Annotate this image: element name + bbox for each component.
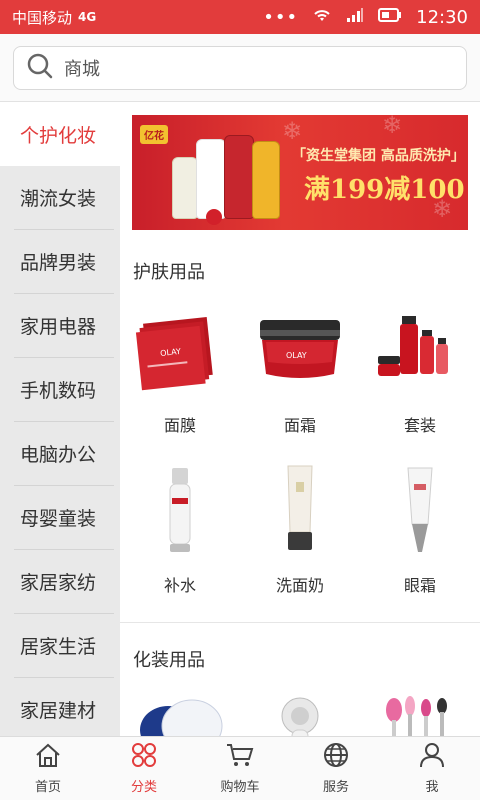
sidebar-item-mother-baby[interactable]: 母婴童装 bbox=[14, 486, 114, 550]
promo-banner[interactable]: ❄ ❄ ❄ 亿花 「资生堂集团 高品质洗护」 满199减100 bbox=[132, 115, 468, 230]
category-tile-eye-cream[interactable]: 眼霜 bbox=[360, 462, 480, 596]
sidebar-item-mens-brands[interactable]: 品牌男装 bbox=[14, 230, 114, 294]
home-icon bbox=[34, 742, 62, 772]
tab-category[interactable]: 分类 bbox=[96, 737, 192, 800]
category-label: 补水 bbox=[163, 576, 196, 595]
skincare-set-icon bbox=[372, 302, 468, 398]
more-dots-icon: ••• bbox=[263, 6, 299, 28]
hydrating-lotion-icon bbox=[132, 462, 228, 558]
category-sidebar: 个护化妆 潮流女装 品牌男装 家用电器 手机数码 电脑办公 母婴童装 家居家纺 … bbox=[0, 102, 120, 736]
category-label: 洗面奶 bbox=[275, 576, 324, 595]
section-title-skincare: 护肤用品 bbox=[133, 262, 205, 283]
face-cream-icon: OLAY bbox=[252, 302, 348, 398]
category-tile-puff[interactable] bbox=[120, 690, 240, 736]
tab-label: 分类 bbox=[130, 780, 157, 795]
category-tile-cleansing-brush[interactable] bbox=[240, 690, 360, 736]
makeup-brushes-icon bbox=[372, 690, 468, 736]
battery-icon bbox=[378, 8, 402, 26]
category-label: 面霜 bbox=[283, 416, 316, 435]
search-input[interactable]: 商城 bbox=[13, 46, 467, 90]
tab-me[interactable]: 我 bbox=[384, 737, 480, 800]
sidebar-item-home-living[interactable]: 居家生活 bbox=[14, 614, 114, 678]
category-tile-makeup-brushes[interactable] bbox=[360, 690, 480, 736]
sidebar-item-computer-office[interactable]: 电脑办公 bbox=[14, 422, 114, 486]
category-content: ❄ ❄ ❄ 亿花 「资生堂集团 高品质洗护」 满199减100 护肤用品 OLA… bbox=[120, 102, 480, 736]
carrier-name: 中国移动 bbox=[12, 8, 73, 27]
shampoo-bottles-image bbox=[150, 129, 290, 225]
snowflake-icon: ❄ bbox=[382, 115, 403, 139]
category-tile-skincare-set[interactable]: 套装 bbox=[360, 302, 480, 436]
category-label: 套装 bbox=[403, 416, 436, 435]
category-tile-face-cream[interactable]: OLAY 面霜 bbox=[240, 302, 360, 436]
search-icon bbox=[26, 52, 54, 84]
face-mask-icon: OLAY bbox=[132, 302, 228, 398]
sidebar-item-appliances[interactable]: 家用电器 bbox=[14, 294, 114, 358]
eye-cream-icon bbox=[372, 462, 468, 558]
category-tile-facial-cleanser[interactable]: 洗面奶 bbox=[240, 462, 360, 596]
sidebar-item-personal-care[interactable]: 个护化妆 bbox=[0, 102, 120, 166]
tab-label: 服务 bbox=[322, 780, 349, 795]
sidebar-item-phones-digital[interactable]: 手机数码 bbox=[14, 358, 114, 422]
clock: 12:30 bbox=[416, 6, 468, 28]
carrier-info: 中国移动 4G bbox=[12, 7, 263, 28]
banner-tagline: 「资生堂集团 高品质洗护」 bbox=[292, 148, 465, 164]
bottom-tab-bar: 首页 分类 购物车 服务 我 bbox=[0, 736, 480, 800]
user-icon bbox=[418, 742, 446, 772]
section-title-makeup: 化装用品 bbox=[133, 650, 205, 671]
service-icon bbox=[322, 742, 350, 772]
sidebar-item-womens-fashion[interactable]: 潮流女装 bbox=[14, 166, 114, 230]
category-icon bbox=[130, 742, 158, 772]
tab-home[interactable]: 首页 bbox=[0, 737, 96, 800]
cleansing-brush-icon bbox=[252, 690, 348, 736]
banner-offer: 满199减100 bbox=[304, 175, 465, 205]
tab-label: 首页 bbox=[34, 780, 61, 795]
tab-label: 购物车 bbox=[220, 780, 260, 795]
wifi-icon bbox=[312, 7, 332, 27]
category-tile-face-mask[interactable]: OLAY 面膜 bbox=[120, 302, 240, 436]
svg-text:OLAY: OLAY bbox=[286, 351, 307, 360]
search-placeholder: 商城 bbox=[64, 59, 100, 80]
category-label: 面膜 bbox=[163, 416, 196, 435]
status-bar: 中国移动 4G ••• 12:30 bbox=[0, 0, 480, 34]
signal-icon bbox=[346, 7, 364, 27]
sidebar-item-home-textiles[interactable]: 家居家纺 bbox=[14, 550, 114, 614]
cart-icon bbox=[225, 742, 255, 772]
tab-label: 我 bbox=[425, 780, 439, 795]
category-tile-hydrating[interactable]: 补水 bbox=[120, 462, 240, 596]
search-bar: 商城 bbox=[0, 34, 480, 102]
sidebar-item-building-materials[interactable]: 家居建材 bbox=[14, 678, 114, 736]
category-label: 眼霜 bbox=[403, 576, 436, 595]
section-divider bbox=[120, 622, 480, 623]
facial-cleanser-icon bbox=[252, 462, 348, 558]
tab-cart[interactable]: 购物车 bbox=[192, 737, 288, 800]
puff-icon bbox=[132, 690, 228, 736]
tab-service[interactable]: 服务 bbox=[288, 737, 384, 800]
network-type: 4G bbox=[78, 10, 97, 24]
